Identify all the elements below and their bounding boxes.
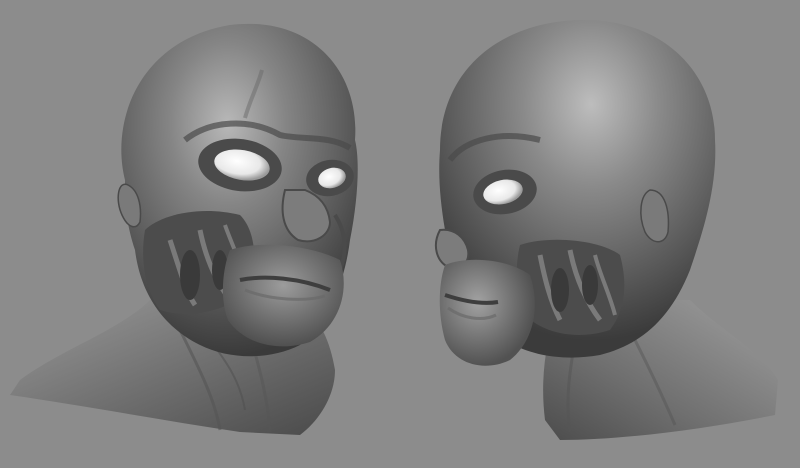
left-jaw: [222, 244, 344, 347]
render-viewport: [0, 0, 800, 468]
sculpt-render-canvas: [10, 19, 778, 440]
left-head: [10, 23, 358, 435]
right-head: [434, 19, 778, 440]
